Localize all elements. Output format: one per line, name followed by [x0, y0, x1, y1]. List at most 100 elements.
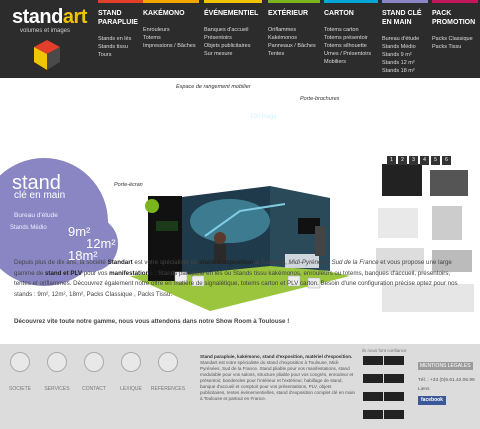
logo-tagline: volumes et images: [20, 28, 71, 34]
nav-link[interactable]: Sur mesure: [204, 50, 262, 58]
hero-subtitle: clé en main: [14, 190, 66, 201]
nav-link[interactable]: Totems carton: [324, 26, 378, 34]
client-logos: ils nous font confiance: [362, 348, 408, 425]
nav-link[interactable]: Totems présentoir: [324, 34, 378, 42]
showroom-paragraph: Découvrez vite toute notre gamme, nous v…: [14, 318, 290, 325]
nav-link[interactable]: Packs Classique: [432, 35, 478, 43]
nav-column-2: KAKÉMONO Enrouleurs Totems Impressions / Bâ…: [143, 0, 199, 78]
nav-link[interactable]: Stands 18 m²: [382, 67, 428, 75]
client-logo: [362, 374, 383, 383]
nav-title[interactable]: STAND CLÉ EN MAIN: [382, 9, 428, 27]
nav-link[interactable]: Tentes: [268, 50, 320, 58]
nav-title[interactable]: PACK PROMOTION: [432, 9, 478, 27]
nav-link[interactable]: Oriflammes: [268, 26, 320, 34]
nav-column-6: STAND CLÉ EN MAIN Bureau d'étude Stands Mé…: [382, 0, 428, 78]
nav-link[interactable]: Présentoirs: [204, 34, 262, 42]
nav-color-bar: [204, 0, 262, 3]
email-icon: [84, 352, 104, 372]
nav-link[interactable]: Totems silhouette: [324, 42, 378, 50]
nav-title[interactable]: EXTÉRIEUR: [268, 9, 320, 18]
nav-submenu: Packs Classique Packs Tissu: [432, 35, 478, 51]
client-logo: [383, 410, 404, 419]
showroom-link[interactable]: Show Room à Toulouse: [216, 318, 286, 325]
slider-dot[interactable]: 5: [431, 156, 440, 165]
footer-link-lexique[interactable]: LEXIQUE: [113, 352, 149, 392]
footer-link-services[interactable]: SERVICES: [39, 352, 75, 392]
nav-title[interactable]: ÉVÉNEMENTIEL: [204, 9, 262, 18]
annotation-screen: Porte-écran: [114, 182, 143, 188]
book-icon: [121, 352, 141, 372]
handshake-icon: [47, 352, 67, 372]
slider-dot[interactable]: 2: [398, 156, 407, 165]
nav-color-bar: [268, 0, 320, 3]
footer-link-label: SOCIETE: [9, 386, 31, 392]
client-logo: [383, 356, 404, 365]
client-logo: [362, 410, 383, 419]
footer-link-societe[interactable]: SOCIETE: [2, 352, 38, 392]
footer-icon-links: SOCIETE SERVICES CONTACT LEXIQUE REFERENCES: [0, 352, 200, 404]
phone-number: Tél. : +33 (0)5.61.42.06.99: [418, 378, 475, 383]
nav-link[interactable]: Kakémonos: [268, 34, 320, 42]
nav-link[interactable]: Banques d'accueil: [204, 26, 262, 34]
slider-dot[interactable]: 4: [420, 156, 429, 165]
slider-dot[interactable]: 6: [442, 156, 451, 165]
hero-link-bureau[interactable]: Bureau d'étude: [14, 212, 58, 219]
slider-pagination: 123456: [387, 156, 451, 165]
legal-block: MENTIONS LEGALES Tél. : +33 (0)5.61.42.0…: [418, 354, 478, 405]
nav-link[interactable]: Objets publicitaires: [204, 42, 262, 50]
footer-link-label: SERVICES: [44, 386, 70, 392]
footer-description: Stand parapluie, kakémono, stand d'expos…: [200, 354, 356, 401]
hero-banner: Espace de rangement mobilier Porte-broch…: [0, 78, 480, 312]
nav-link[interactable]: Packs Tissu: [432, 43, 478, 51]
cube-logo-icon: [34, 40, 60, 70]
footer-link-label: REFERENCES: [150, 386, 186, 392]
client-logo: [383, 374, 404, 383]
nav-link[interactable]: Totems: [143, 34, 199, 42]
nav-title[interactable]: KAKÉMONO: [143, 9, 199, 18]
site-header: standart volumes et images STAND PARAPLU…: [0, 0, 480, 78]
client-logo: [362, 392, 383, 401]
hero-link-medio[interactable]: Stands Médio: [10, 225, 47, 231]
slider-dot[interactable]: 1: [387, 156, 396, 165]
nav-link[interactable]: Impressions / Bâches: [143, 42, 199, 50]
annotation-storage: Espace de rangement mobilier: [176, 84, 251, 90]
footer-link-label: CONTACT: [82, 386, 106, 392]
nav-column-3: ÉVÉNEMENTIEL Banques d'accueil Présentoirs…: [204, 0, 262, 78]
nav-column-4: EXTÉRIEUR Oriflammes Kakémonos Panneaux / B…: [268, 0, 320, 78]
nav-link[interactable]: Stands 12 m²: [382, 59, 428, 67]
nav-color-bar: [143, 0, 199, 3]
nav-color-bar: [382, 0, 428, 3]
site-footer: SOCIETE SERVICES CONTACT LEXIQUE REFERENCES …: [0, 344, 480, 429]
nav-link[interactable]: Enrouleurs: [143, 26, 199, 34]
nav-submenu: Totems carton Totems présentoir Totems sil…: [324, 26, 378, 66]
annotation-brochures: Porte-brochures: [300, 96, 340, 102]
facebook-button[interactable]: facebook: [418, 396, 446, 405]
screen-brand-label: numericable: [180, 144, 219, 151]
nav-color-bar: [432, 0, 478, 3]
nav-submenu: Banques d'accueil Présentoirs Objets publi…: [204, 26, 262, 58]
slider-dot[interactable]: 3: [409, 156, 418, 165]
nav-link[interactable]: Stands Médio: [382, 43, 428, 51]
banner-text: 100 méga: [250, 114, 277, 120]
nav-link[interactable]: Mobiliers: [324, 58, 378, 66]
nav-submenu: Oriflammes Kakémonos Panneaux / Bâches Tent…: [268, 26, 320, 58]
nav-column-5: CARTON Totems carton Totems présentoir Tote…: [324, 0, 378, 78]
list-icon: [158, 352, 178, 372]
client-logo: [383, 392, 404, 401]
nav-title[interactable]: CARTON: [324, 9, 378, 18]
nav-link[interactable]: Panneaux / Bâches: [268, 42, 320, 50]
nav-link[interactable]: Urnes / Présentoirs: [324, 50, 378, 58]
links-link[interactable]: Liens: [418, 387, 478, 392]
logo-wordmark: standart: [12, 6, 87, 28]
footer-link-contact[interactable]: CONTACT: [76, 352, 112, 392]
user-icon: [10, 352, 30, 372]
nav-link[interactable]: Stands 9 m²: [382, 51, 428, 59]
nav-submenu: Bureau d'étude Stands Médio Stands 9 m² Sta…: [382, 35, 428, 75]
footer-link-label: LEXIQUE: [120, 386, 142, 392]
logo[interactable]: standart volumes et images: [0, 0, 92, 78]
legal-link[interactable]: MENTIONS LEGALES: [418, 362, 473, 370]
nav-submenu: Enrouleurs Totems Impressions / Bâches: [143, 26, 199, 50]
nav-link[interactable]: Bureau d'étude: [382, 35, 428, 43]
client-logo: [362, 356, 383, 365]
footer-link-references[interactable]: REFERENCES: [150, 352, 186, 392]
